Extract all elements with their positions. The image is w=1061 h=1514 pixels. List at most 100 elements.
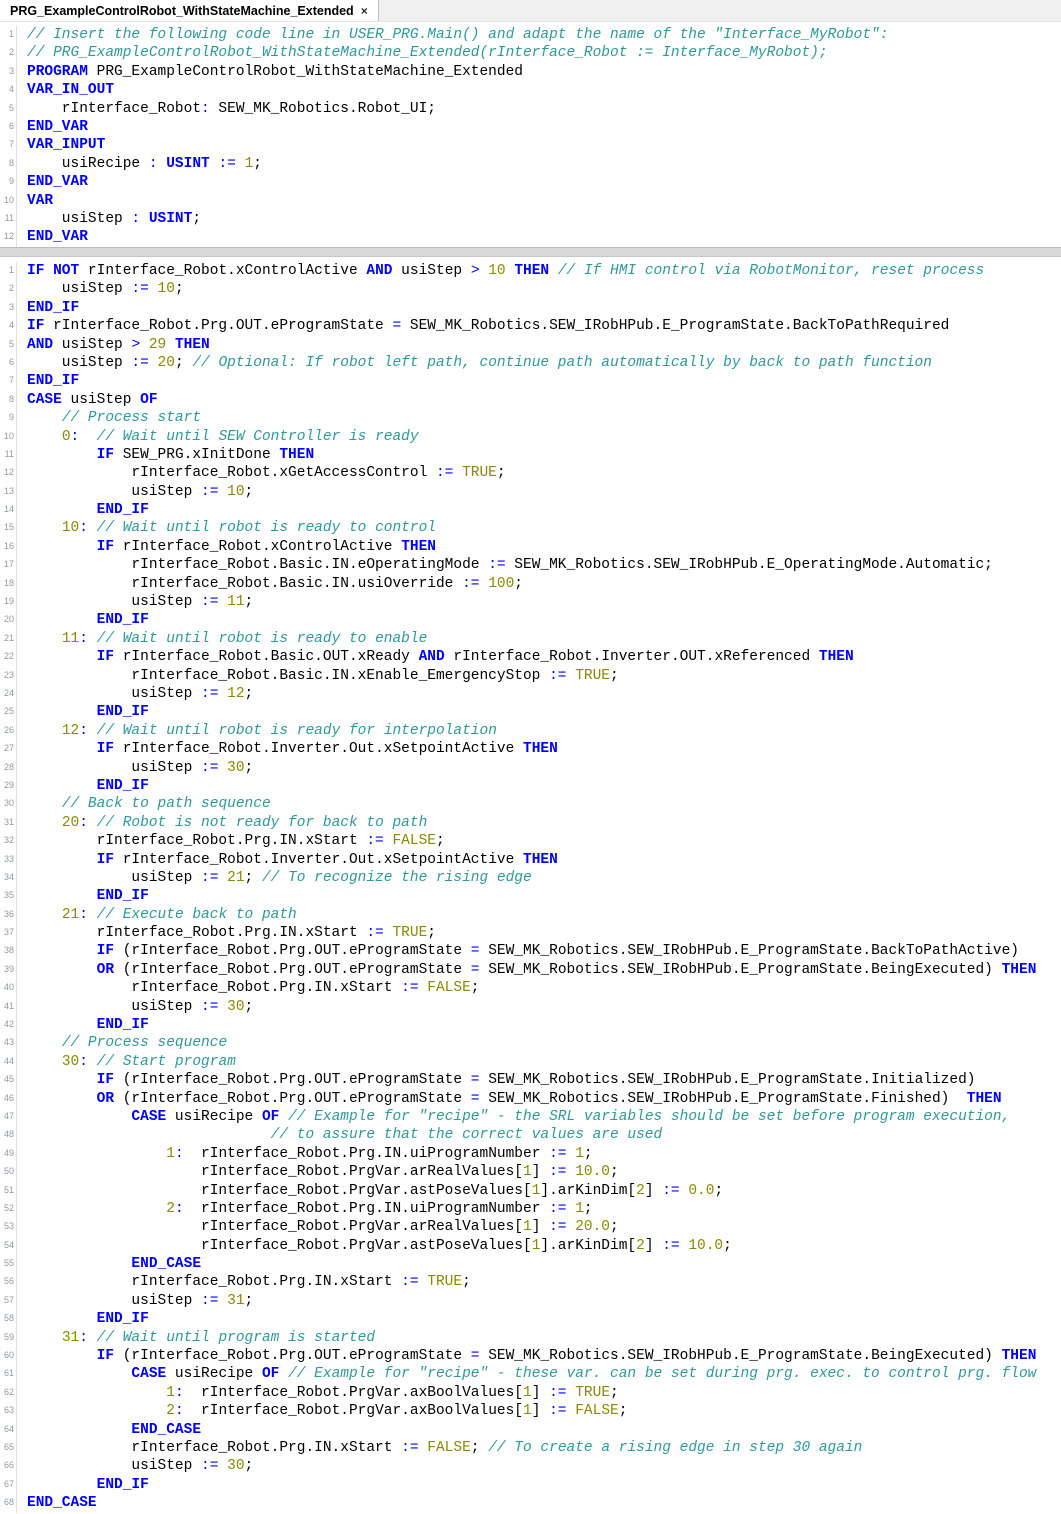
code-line[interactable]: 29 END_IF: [0, 777, 1061, 795]
code-line[interactable]: 52 2: rInterface_Robot.Prg.IN.uiProgramN…: [0, 1200, 1061, 1218]
pane-splitter[interactable]: [0, 247, 1061, 257]
code-line[interactable]: 1IF NOT rInterface_Robot.xControlActive …: [0, 262, 1061, 280]
line-number: 8: [0, 391, 17, 409]
code-line[interactable]: 33 IF rInterface_Robot.Inverter.Out.xSet…: [0, 851, 1061, 869]
code-line[interactable]: 10VAR: [0, 192, 1061, 210]
code-line[interactable]: 67 END_IF: [0, 1476, 1061, 1494]
code-text: 0: // Wait until SEW Controller is ready: [27, 428, 419, 446]
code-line[interactable]: 27 IF rInterface_Robot.Inverter.Out.xSet…: [0, 740, 1061, 758]
declaration-editor[interactable]: 1// Insert the following code line in US…: [0, 22, 1061, 247]
code-line[interactable]: 15 10: // Wait until robot is ready to c…: [0, 519, 1061, 537]
code-line[interactable]: 10 0: // Wait until SEW Controller is re…: [0, 428, 1061, 446]
code-line[interactable]: 62 1: rInterface_Robot.PrgVar.axBoolValu…: [0, 1384, 1061, 1402]
code-line[interactable]: 42 END_IF: [0, 1016, 1061, 1034]
code-line[interactable]: 30 // Back to path sequence: [0, 795, 1061, 813]
code-line[interactable]: 57 usiStep := 31;: [0, 1292, 1061, 1310]
code-line[interactable]: 9END_VAR: [0, 173, 1061, 191]
code-line[interactable]: 9 // Process start: [0, 409, 1061, 427]
code-line[interactable]: 23 rInterface_Robot.Basic.IN.xEnable_Eme…: [0, 667, 1061, 685]
code-line[interactable]: 2// PRG_ExampleControlRobot_WithStateMac…: [0, 44, 1061, 62]
code-line[interactable]: 14 END_IF: [0, 501, 1061, 519]
line-number: 29: [0, 777, 17, 795]
code-line[interactable]: 8 usiRecipe : USINT := 1;: [0, 155, 1061, 173]
code-line[interactable]: 20 END_IF: [0, 611, 1061, 629]
code-line[interactable]: 11 usiStep : USINT;: [0, 210, 1061, 228]
code-line[interactable]: 66 usiStep := 30;: [0, 1457, 1061, 1475]
code-line[interactable]: 12END_VAR: [0, 228, 1061, 246]
code-line[interactable]: 32 rInterface_Robot.Prg.IN.xStart := FAL…: [0, 832, 1061, 850]
code-line[interactable]: 46 OR (rInterface_Robot.Prg.OUT.eProgram…: [0, 1090, 1061, 1108]
code-line[interactable]: 4IF rInterface_Robot.Prg.OUT.eProgramSta…: [0, 317, 1061, 335]
code-line[interactable]: 35 END_IF: [0, 887, 1061, 905]
tab-close-icon[interactable]: ×: [361, 5, 368, 17]
code-line[interactable]: 59 31: // Wait until program is started: [0, 1329, 1061, 1347]
code-line[interactable]: 24 usiStep := 12;: [0, 685, 1061, 703]
code-line[interactable]: 40 rInterface_Robot.Prg.IN.xStart := FAL…: [0, 979, 1061, 997]
code-text: usiStep := 10;: [27, 483, 253, 501]
code-line[interactable]: 21 11: // Wait until robot is ready to e…: [0, 630, 1061, 648]
code-line[interactable]: 31 20: // Robot is not ready for back to…: [0, 814, 1061, 832]
code-line[interactable]: 61 CASE usiRecipe OF // Example for "rec…: [0, 1365, 1061, 1383]
code-line[interactable]: 1// Insert the following code line in US…: [0, 26, 1061, 44]
code-line[interactable]: 60 IF (rInterface_Robot.Prg.OUT.eProgram…: [0, 1347, 1061, 1365]
line-number: 11: [0, 446, 17, 464]
code-line[interactable]: 55 END_CASE: [0, 1255, 1061, 1273]
code-line[interactable]: 58 END_IF: [0, 1310, 1061, 1328]
code-line[interactable]: 68END_CASE: [0, 1494, 1061, 1512]
code-line[interactable]: 17 rInterface_Robot.Basic.IN.eOperatingM…: [0, 556, 1061, 574]
code-line[interactable]: 19 usiStep := 11;: [0, 593, 1061, 611]
line-number: 57: [0, 1292, 17, 1310]
tab-prg-example-control-robot[interactable]: PRG_ExampleControlRobot_WithStateMachine…: [0, 0, 379, 21]
code-line[interactable]: 25 END_IF: [0, 703, 1061, 721]
code-line[interactable]: 44 30: // Start program: [0, 1053, 1061, 1071]
code-line[interactable]: 3PROGRAM PRG_ExampleControlRobot_WithSta…: [0, 63, 1061, 81]
code-line[interactable]: 26 12: // Wait until robot is ready for …: [0, 722, 1061, 740]
code-line[interactable]: 7VAR_INPUT: [0, 136, 1061, 154]
code-line[interactable]: 6END_VAR: [0, 118, 1061, 136]
code-line[interactable]: 5 rInterface_Robot: SEW_MK_Robotics.Robo…: [0, 100, 1061, 118]
code-line[interactable]: 53 rInterface_Robot.PrgVar.arRealValues[…: [0, 1218, 1061, 1236]
code-line[interactable]: 38 IF (rInterface_Robot.Prg.OUT.eProgram…: [0, 942, 1061, 960]
code-line[interactable]: 39 OR (rInterface_Robot.Prg.OUT.eProgram…: [0, 961, 1061, 979]
code-line[interactable]: 54 rInterface_Robot.PrgVar.astPoseValues…: [0, 1237, 1061, 1255]
code-line[interactable]: 51 rInterface_Robot.PrgVar.astPoseValues…: [0, 1182, 1061, 1200]
code-line[interactable]: 64 END_CASE: [0, 1421, 1061, 1439]
code-text: AND usiStep > 29 THEN: [27, 336, 210, 354]
implementation-editor[interactable]: 1IF NOT rInterface_Robot.xControlActive …: [0, 257, 1061, 1514]
code-line[interactable]: 28 usiStep := 30;: [0, 759, 1061, 777]
line-number: 56: [0, 1273, 17, 1291]
code-line[interactable]: 47 CASE usiRecipe OF // Example for "rec…: [0, 1108, 1061, 1126]
code-line[interactable]: 45 IF (rInterface_Robot.Prg.OUT.eProgram…: [0, 1071, 1061, 1089]
code-line[interactable]: 48 // to assure that the correct values …: [0, 1126, 1061, 1144]
code-line[interactable]: 43 // Process sequence: [0, 1034, 1061, 1052]
code-line[interactable]: 4VAR_IN_OUT: [0, 81, 1061, 99]
code-line[interactable]: 7END_IF: [0, 372, 1061, 390]
line-number: 49: [0, 1145, 17, 1163]
code-text: IF (rInterface_Robot.Prg.OUT.eProgramSta…: [27, 1347, 1036, 1365]
code-line[interactable]: 50 rInterface_Robot.PrgVar.arRealValues[…: [0, 1163, 1061, 1181]
line-number: 32: [0, 832, 17, 850]
code-line[interactable]: 34 usiStep := 21; // To recognize the ri…: [0, 869, 1061, 887]
code-line[interactable]: 65 rInterface_Robot.Prg.IN.xStart := FAL…: [0, 1439, 1061, 1457]
code-line[interactable]: 12 rInterface_Robot.xGetAccessControl :=…: [0, 464, 1061, 482]
line-number: 59: [0, 1329, 17, 1347]
code-line[interactable]: 13 usiStep := 10;: [0, 483, 1061, 501]
code-line[interactable]: 3END_IF: [0, 299, 1061, 317]
code-line[interactable]: 8CASE usiStep OF: [0, 391, 1061, 409]
code-text: VAR_IN_OUT: [27, 81, 114, 99]
code-line[interactable]: 36 21: // Execute back to path: [0, 906, 1061, 924]
code-line[interactable]: 2 usiStep := 10;: [0, 280, 1061, 298]
code-text: END_VAR: [27, 228, 88, 246]
code-line[interactable]: 11 IF SEW_PRG.xInitDone THEN: [0, 446, 1061, 464]
code-line[interactable]: 49 1: rInterface_Robot.Prg.IN.uiProgramN…: [0, 1145, 1061, 1163]
code-line[interactable]: 37 rInterface_Robot.Prg.IN.xStart := TRU…: [0, 924, 1061, 942]
code-text: 10: // Wait until robot is ready to cont…: [27, 519, 436, 537]
code-line[interactable]: 16 IF rInterface_Robot.xControlActive TH…: [0, 538, 1061, 556]
code-line[interactable]: 41 usiStep := 30;: [0, 998, 1061, 1016]
code-line[interactable]: 6 usiStep := 20; // Optional: If robot l…: [0, 354, 1061, 372]
code-line[interactable]: 18 rInterface_Robot.Basic.IN.usiOverride…: [0, 575, 1061, 593]
code-line[interactable]: 56 rInterface_Robot.Prg.IN.xStart := TRU…: [0, 1273, 1061, 1291]
code-line[interactable]: 5AND usiStep > 29 THEN: [0, 336, 1061, 354]
code-line[interactable]: 22 IF rInterface_Robot.Basic.OUT.xReady …: [0, 648, 1061, 666]
code-line[interactable]: 63 2: rInterface_Robot.PrgVar.axBoolValu…: [0, 1402, 1061, 1420]
